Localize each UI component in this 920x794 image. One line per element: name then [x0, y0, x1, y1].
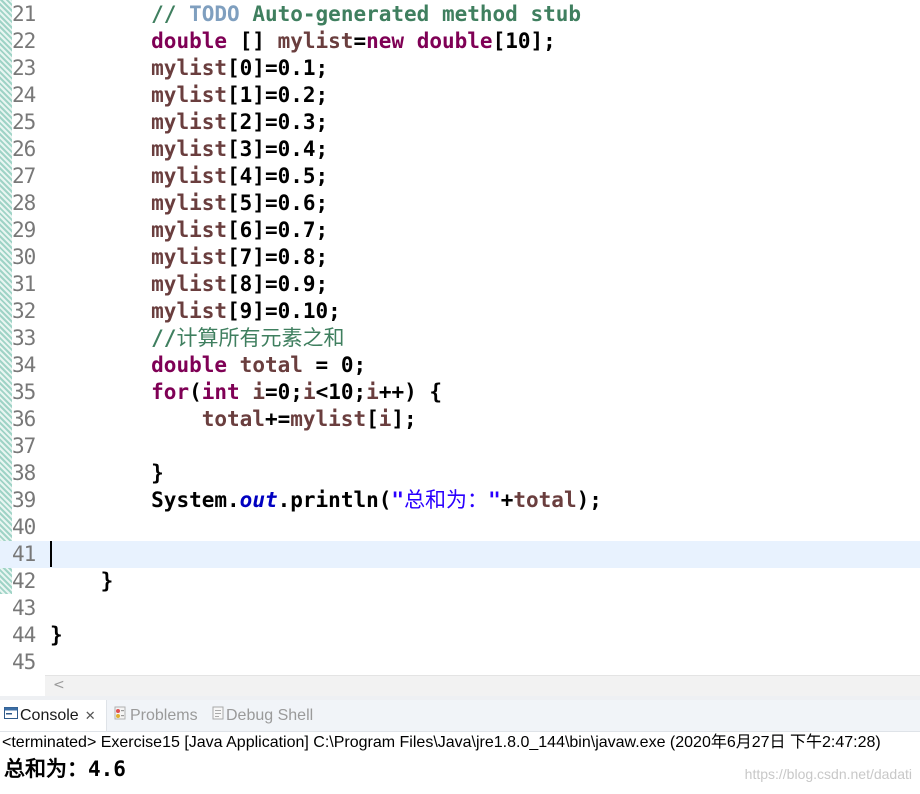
line-number: 22: [12, 29, 36, 53]
console-output: 总和为：4.6: [4, 756, 126, 782]
code-line: 37: [0, 433, 920, 460]
code-line: 25 mylist[2]=0.3;: [0, 109, 920, 136]
code-editor[interactable]: 21 // TODO Auto-generated method stub 22…: [0, 0, 920, 675]
line-number: 23: [12, 56, 36, 80]
code-line: 39 System.out.println("总和为："+total);: [0, 487, 920, 514]
line-number: 24: [12, 83, 36, 107]
code-text: mylist[6]=0.7;: [151, 218, 329, 242]
code-text: }: [50, 623, 63, 647]
line-number: 40: [12, 515, 36, 539]
code-text: //计算所有元素之和: [151, 326, 345, 350]
code-text: for(int i=0;i<10;i++) {: [151, 380, 443, 404]
current-line[interactable]: 41: [0, 541, 920, 568]
scroll-left-icon[interactable]: <: [53, 676, 65, 695]
problems-icon: [114, 700, 128, 731]
code-text: }: [50, 461, 164, 485]
code-text: mylist[5]=0.6;: [151, 191, 329, 215]
tab-console[interactable]: Console ✕: [0, 700, 107, 731]
line-number: 43: [12, 596, 36, 620]
code-line: 34 double total = 0;: [0, 352, 920, 379]
code-line: 40: [0, 514, 920, 541]
line-number: 25: [12, 110, 36, 134]
tab-label: Problems: [130, 707, 198, 724]
horizontal-scrollbar[interactable]: <: [45, 675, 920, 696]
code-text: mylist[4]=0.5;: [151, 164, 329, 188]
code-text: // TODO Auto-generated method stub: [151, 2, 582, 26]
process-status: <terminated> Exercise15 [Java Applicatio…: [2, 734, 881, 751]
code-text: }: [50, 569, 114, 593]
code-text: total+=mylist[i];: [201, 407, 417, 431]
line-number: 28: [12, 191, 36, 215]
line-number: 37: [12, 434, 36, 458]
code-text: double [] mylist=new double[10];: [151, 29, 556, 53]
text-caret: [50, 541, 52, 567]
console-tab-bar: Console ✕ Problems Debug Shell: [0, 700, 920, 732]
code-text: mylist[1]=0.2;: [151, 83, 329, 107]
line-number: 32: [12, 299, 36, 323]
code-line: 31 mylist[8]=0.9;: [0, 271, 920, 298]
code-text: mylist[2]=0.3;: [151, 110, 329, 134]
line-number: 21: [12, 2, 36, 26]
output-label: 总和为：: [4, 756, 88, 781]
todo-tag: TODO: [189, 2, 240, 26]
code-text: mylist[8]=0.9;: [151, 272, 329, 296]
close-icon[interactable]: ✕: [85, 708, 96, 723]
line-number: 35: [12, 380, 36, 404]
code-line: 45: [0, 649, 920, 675]
line-number: 44: [12, 623, 36, 647]
line-number: 45: [12, 650, 36, 674]
code-line: 21 // TODO Auto-generated method stub: [0, 1, 920, 28]
console-icon: [4, 700, 18, 731]
watermark: https://blog.csdn.net/dadati: [744, 766, 912, 782]
tab-problems[interactable]: Problems: [110, 700, 198, 731]
code-line: 29 mylist[6]=0.7;: [0, 217, 920, 244]
line-number: 41: [12, 542, 36, 566]
tab-label: Debug Shell: [226, 707, 314, 724]
code-line: 28 mylist[5]=0.6;: [0, 190, 920, 217]
line-number: 27: [12, 164, 36, 188]
code-text: mylist[9]=0.10;: [151, 299, 341, 323]
line-number: 42: [12, 569, 36, 593]
line-number: 33: [12, 326, 36, 350]
output-value: 4.6: [88, 757, 126, 781]
code-text: double total = 0;: [151, 353, 367, 377]
tab-label: Console: [20, 707, 79, 724]
code-line: 44 }: [0, 622, 920, 649]
code-line: 36 total+=mylist[i];: [0, 406, 920, 433]
line-number: 36: [12, 407, 36, 431]
code-line: 22 double [] mylist=new double[10];: [0, 28, 920, 55]
code-text: mylist[7]=0.8;: [151, 245, 329, 269]
tab-debug-shell[interactable]: Debug Shell: [208, 700, 313, 731]
code-text: mylist[0]=0.1;: [151, 56, 329, 80]
code-line: 33 //计算所有元素之和: [0, 325, 920, 352]
debug-shell-icon: [212, 700, 224, 731]
code-line: 42 }: [0, 568, 920, 595]
line-number: 34: [12, 353, 36, 377]
line-number: 31: [12, 272, 36, 296]
code-line: 43: [0, 595, 920, 622]
code-line: 35 for(int i=0;i<10;i++) {: [0, 379, 920, 406]
line-number: 29: [12, 218, 36, 242]
line-number: 38: [12, 461, 36, 485]
code-text: mylist[3]=0.4;: [151, 137, 329, 161]
line-number: 30: [12, 245, 36, 269]
code-line: 24 mylist[1]=0.2;: [0, 82, 920, 109]
code-line: 30 mylist[7]=0.8;: [0, 244, 920, 271]
code-line: 27 mylist[4]=0.5;: [0, 163, 920, 190]
code-line: 26 mylist[3]=0.4;: [0, 136, 920, 163]
line-number: 26: [12, 137, 36, 161]
code-line: 38 }: [0, 460, 920, 487]
code-text: System.out.println("总和为："+total);: [151, 488, 602, 512]
code-line: 23 mylist[0]=0.1;: [0, 55, 920, 82]
line-number: 39: [12, 488, 36, 512]
code-line: 32 mylist[9]=0.10;: [0, 298, 920, 325]
